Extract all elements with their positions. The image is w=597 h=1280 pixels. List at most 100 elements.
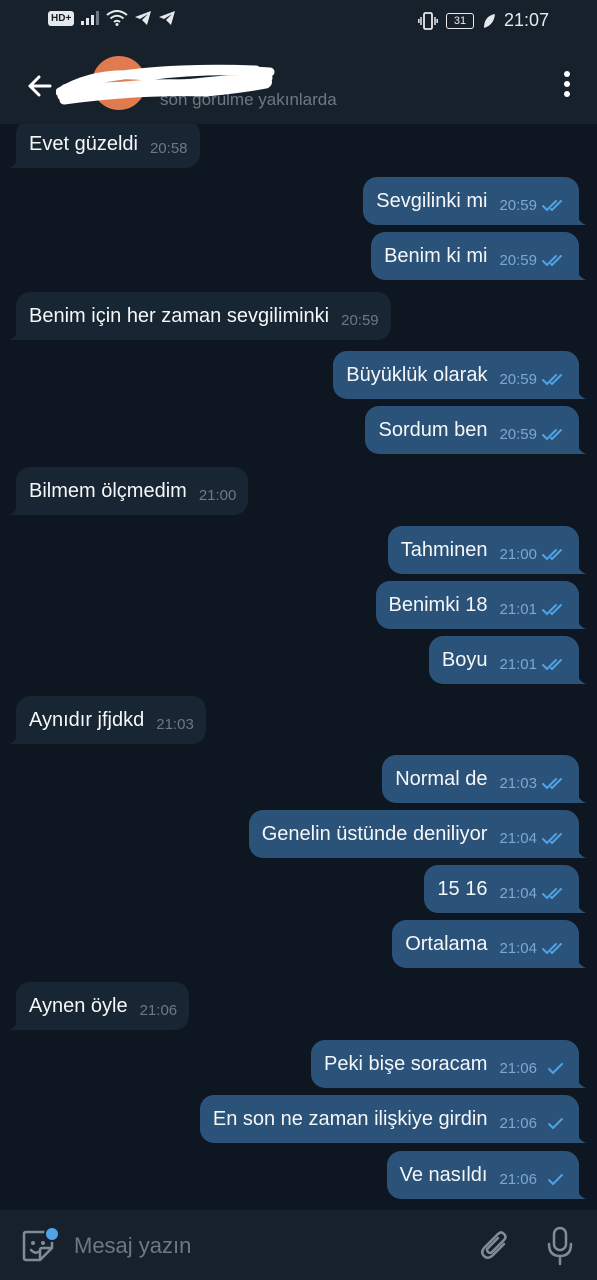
back-arrow-icon[interactable] — [22, 68, 58, 104]
message-time: 21:06 — [499, 1114, 537, 1132]
telegram-notification-icon — [135, 11, 152, 25]
message-time: 21:00 — [198, 486, 237, 504]
outgoing-message[interactable]: Sordum ben 20:59 — [365, 406, 586, 454]
outgoing-message[interactable]: Benim ki mi 20:59 — [371, 232, 586, 280]
message-text: Ortalama — [405, 932, 488, 955]
sticker-notification-dot — [44, 1226, 60, 1242]
message-time: 21:03 — [499, 774, 537, 792]
message-text: Büyüklük olarak — [346, 363, 488, 386]
bubble-tail — [576, 1078, 586, 1088]
outgoing-message[interactable]: Genelin üstünde deniliyor 21:04 — [248, 810, 586, 858]
incoming-message[interactable]: Aynıdır jfjdkd 21:03 — [9, 696, 206, 744]
double-check-icon — [542, 254, 562, 266]
status-right: 31 21:07 — [418, 10, 549, 31]
leaf-icon — [483, 13, 495, 28]
message-text: Normal de — [395, 767, 488, 790]
double-check-icon — [542, 887, 562, 899]
message-text: Benim ki mi — [384, 244, 488, 267]
message-time: 21:03 — [156, 715, 194, 733]
message-time: 20:59 — [499, 196, 537, 214]
message-text: Evet güzeldi — [29, 132, 138, 155]
message-time: 21:01 — [499, 655, 537, 673]
double-check-icon — [542, 832, 562, 844]
bubble-tail — [9, 1020, 19, 1030]
message-text: En son ne zaman ilişkiye girdin — [212, 1107, 488, 1130]
outgoing-message[interactable]: Ortalama 21:04 — [392, 920, 586, 968]
message-text: Tahminen — [400, 538, 488, 561]
outgoing-message[interactable]: 15 16 21:04 — [424, 865, 586, 913]
chat-header: son görülme yakınlarda — [0, 44, 597, 124]
bubble-tail — [576, 848, 586, 858]
double-check-icon — [542, 603, 562, 615]
bubble-tail — [576, 674, 586, 684]
message-text: Bilmem ölçmedim — [29, 479, 187, 502]
check-icon — [548, 1062, 563, 1074]
status-bar: HD+ 31 21:07 — [0, 0, 597, 44]
message-time: 21:04 — [499, 884, 537, 902]
bubble-tail — [576, 564, 586, 574]
message-time: 21:00 — [499, 545, 537, 563]
bubble-tail — [576, 270, 586, 280]
outgoing-message[interactable]: Benimki 18 21:01 — [375, 581, 586, 629]
double-check-icon — [542, 548, 562, 560]
microphone-icon[interactable] — [545, 1226, 575, 1266]
message-list[interactable]: Evet güzeldi 20:58 Sevgilinki mi 20:59 Benim… — [0, 124, 597, 1210]
message-text: Benimki 18 — [388, 593, 488, 616]
message-text: Benim için her zaman sevgiliminki — [29, 304, 330, 327]
message-text: Sevgilinki mi — [376, 189, 488, 212]
bubble-tail — [9, 505, 19, 515]
status-time: 21:07 — [503, 10, 549, 30]
message-time: 21:04 — [499, 829, 537, 847]
message-time: 20:59 — [341, 311, 379, 329]
incoming-message[interactable]: Benim için her zaman sevgiliminki 20:59 — [9, 292, 391, 340]
incoming-message[interactable]: Bilmem ölçmedim 21:00 — [9, 467, 249, 515]
wifi-icon — [106, 10, 128, 26]
outgoing-message[interactable]: Sevgilinki mi 20:59 — [363, 177, 586, 225]
hd-badge: HD+ — [48, 10, 75, 26]
outgoing-message[interactable]: Büyüklük olarak 20:59 — [333, 351, 586, 399]
message-time: 21:06 — [499, 1170, 537, 1188]
bubble-tail — [576, 793, 586, 803]
bubble-tail — [576, 903, 586, 913]
message-time: 20:59 — [499, 251, 537, 269]
message-text: Aynıdır jfjdkd — [29, 708, 145, 731]
paperclip-icon[interactable] — [478, 1228, 512, 1264]
bubble-tail — [576, 1133, 586, 1143]
message-time: 20:59 — [499, 370, 537, 388]
message-time: 21:04 — [499, 939, 537, 957]
message-text: Sordum ben — [378, 418, 488, 441]
battery-icon: 31 — [445, 12, 474, 29]
bubble-tail — [9, 734, 19, 744]
bubble-tail — [576, 619, 586, 629]
double-check-icon — [542, 373, 562, 385]
outgoing-message[interactable]: Tahminen 21:00 — [387, 526, 586, 574]
message-time: 21:06 — [139, 1001, 178, 1019]
message-input[interactable] — [74, 1230, 454, 1262]
bubble-tail — [576, 444, 586, 454]
message-time: 20:59 — [499, 425, 537, 443]
bubble-tail — [9, 158, 19, 168]
outgoing-message[interactable]: Boyu 21:01 — [428, 636, 586, 684]
redaction-scribble — [56, 64, 275, 105]
incoming-message[interactable]: Aynen öyle 21:06 — [9, 982, 190, 1030]
double-check-icon — [542, 942, 562, 954]
bubble-tail — [576, 958, 586, 968]
message-text: Genelin üstünde deniliyor — [261, 822, 488, 845]
outgoing-message[interactable]: Peki bişe soracam 21:06 — [311, 1040, 586, 1088]
check-icon — [548, 1173, 563, 1185]
double-check-icon — [542, 199, 562, 211]
more-vertical-icon[interactable] — [555, 66, 579, 102]
message-text: Peki bişe soracam — [324, 1052, 488, 1075]
outgoing-message[interactable]: Ve nasıldı 21:06 — [386, 1151, 586, 1199]
outgoing-message[interactable]: Normal de 21:03 — [382, 755, 586, 803]
incoming-message[interactable]: Evet güzeldi 20:58 — [9, 124, 200, 168]
message-text: 15 16 — [437, 877, 488, 900]
status-left: HD+ — [48, 10, 176, 26]
check-icon — [548, 1117, 563, 1129]
bubble-tail — [576, 389, 586, 399]
outgoing-message[interactable]: En son ne zaman ilişkiye girdin 21:06 — [199, 1095, 586, 1143]
message-composer — [0, 1210, 597, 1280]
double-check-icon — [542, 777, 562, 789]
message-text: Boyu — [441, 648, 488, 671]
telegram-notification-icon — [159, 11, 176, 25]
